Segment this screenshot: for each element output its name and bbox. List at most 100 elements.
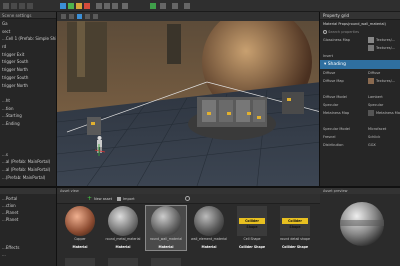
tree-item[interactable]: ...Cell 1 (Prefab: Simple Ship) xyxy=(1,35,56,43)
help-icon[interactable] xyxy=(184,3,190,9)
property-value[interactable]: Textures/... xyxy=(376,77,395,85)
collider-thumbnail: Collider Shape xyxy=(280,206,310,236)
tree-item[interactable]: ...Ending xyxy=(1,120,56,128)
property-search[interactable]: Search properties xyxy=(320,28,400,36)
import-button[interactable]: Import xyxy=(123,197,135,201)
scene-render[interactable] xyxy=(57,12,320,186)
tree-item[interactable]: trigger South xyxy=(1,74,56,82)
asset-tile-partial[interactable] xyxy=(151,258,181,266)
shading-icon[interactable] xyxy=(93,14,98,19)
select-tool-icon[interactable] xyxy=(60,3,66,9)
wireframe-icon[interactable] xyxy=(85,14,90,19)
background-structure xyxy=(67,22,107,92)
tree-item[interactable]: trigger South xyxy=(1,58,56,66)
add-icon[interactable]: + xyxy=(87,196,92,202)
texture-thumb[interactable] xyxy=(368,37,374,43)
scale-tool-icon[interactable] xyxy=(84,3,90,9)
tree-item[interactable] xyxy=(1,135,56,143)
property-label: Specular xyxy=(323,103,339,107)
search-input[interactable]: Search properties xyxy=(328,30,359,34)
camera-icon[interactable] xyxy=(112,3,118,9)
tree-item[interactable]: sect xyxy=(1,28,56,36)
folder-item[interactable]: ...ction xyxy=(1,202,56,209)
view-options-icon[interactable] xyxy=(185,196,190,201)
tree-item[interactable] xyxy=(1,128,56,136)
property-row[interactable]: Glossiness Map Textures/... xyxy=(320,36,400,44)
folder-item[interactable]: ...Planet xyxy=(1,216,56,223)
property-row[interactable]: Diffuse Map Textures/... xyxy=(320,77,400,85)
grid-icon[interactable] xyxy=(104,3,110,9)
material-path: Material Props(round_wall_material) xyxy=(323,22,386,26)
property-value[interactable]: Textures/... xyxy=(376,44,395,52)
gizmo-icon[interactable] xyxy=(77,14,82,19)
property-row[interactable]: Textures/... xyxy=(320,44,400,52)
property-value[interactable]: Schlick xyxy=(368,133,380,141)
property-row[interactable]: Metalness Map Metalness Ma... xyxy=(320,109,400,117)
section-title: Shading xyxy=(327,62,346,67)
property-row[interactable]: Specular Specular xyxy=(320,101,400,109)
property-row[interactable]: Specular Model Microfacet xyxy=(320,125,400,133)
move-tool-icon[interactable] xyxy=(68,3,74,9)
property-value[interactable]: Lambert xyxy=(368,93,383,101)
property-value[interactable]: Specular xyxy=(368,101,383,109)
texture-thumb[interactable] xyxy=(368,78,374,84)
scene-viewport[interactable] xyxy=(56,12,320,186)
folder-item[interactable] xyxy=(1,237,56,244)
property-value[interactable]: Microfacet xyxy=(368,125,386,133)
tree-item[interactable]: ...Starting xyxy=(1,112,56,120)
asset-tile-partial[interactable] xyxy=(65,258,95,266)
snap-icon[interactable] xyxy=(96,3,102,9)
tree-item[interactable]: Ga xyxy=(1,20,56,28)
folder-item[interactable]: ... xyxy=(1,251,56,258)
property-value[interactable]: Metalness Ma... xyxy=(376,109,400,117)
build-icon[interactable] xyxy=(160,3,166,9)
lighting-icon[interactable] xyxy=(122,3,128,9)
menu-icon[interactable] xyxy=(3,3,9,9)
save-icon[interactable] xyxy=(11,3,17,9)
asset-tile[interactable]: Collider Shape Cell Shape Collider Shape xyxy=(232,206,272,250)
play-icon[interactable] xyxy=(150,3,156,9)
asset-tile[interactable]: Copper Material xyxy=(60,206,100,250)
asset-tile[interactable]: Collider Shape round detail shape Collid… xyxy=(275,206,315,250)
tree-item[interactable]: ...(Prefab: MainPortal) xyxy=(1,174,56,182)
tree-item[interactable] xyxy=(1,143,56,151)
property-row[interactable]: Diffuse Model Lambert xyxy=(320,93,400,101)
property-value[interactable]: Textures/... xyxy=(376,36,395,44)
tree-item[interactable]: ...al (Prefab: MainPortal) xyxy=(1,166,56,174)
tree-item[interactable]: ...ht xyxy=(1,97,56,105)
settings-icon[interactable] xyxy=(172,3,178,9)
property-value[interactable]: Diffuse xyxy=(368,69,380,77)
property-row[interactable]: Distribution GGX xyxy=(320,141,400,149)
folder-item[interactable]: ...Effects xyxy=(1,244,56,251)
texture-thumb[interactable] xyxy=(368,110,374,116)
tree-item[interactable]: ...tion xyxy=(1,105,56,113)
tree-item[interactable]: ...al (Prefab: MainPortal) xyxy=(1,158,56,166)
tree-item[interactable] xyxy=(1,89,56,97)
property-row[interactable]: Fresnel Schlick xyxy=(320,133,400,141)
insert-button[interactable]: Insert xyxy=(320,52,400,60)
property-value[interactable]: GGX xyxy=(368,141,376,149)
rotate-tool-icon[interactable] xyxy=(76,3,82,9)
asset-tile-partial[interactable] xyxy=(108,258,138,266)
tree-item[interactable]: ...s xyxy=(1,151,56,159)
tree-item[interactable]: rd xyxy=(1,43,56,51)
redo-icon[interactable] xyxy=(27,3,33,9)
asset-tile[interactable]: round_metal_material Material xyxy=(103,206,143,250)
tree-item[interactable]: trigger North xyxy=(1,82,56,90)
tree-item[interactable]: trigger Exit xyxy=(1,51,56,59)
new-asset-button[interactable]: New asset xyxy=(94,197,112,201)
folder-item[interactable] xyxy=(1,223,56,230)
folder-item[interactable] xyxy=(1,230,56,237)
folder-item[interactable]: ...Planet xyxy=(1,209,56,216)
texture-thumb[interactable] xyxy=(368,45,374,51)
camera-speed-icon[interactable] xyxy=(69,14,74,19)
undo-icon[interactable] xyxy=(19,3,25,9)
property-row[interactable]: Diffuse Diffuse xyxy=(320,69,400,77)
asset-tile[interactable]: wall_element_material Material xyxy=(189,206,229,250)
asset-tile-selected[interactable]: round_wall_material Material xyxy=(145,205,187,251)
import-icon[interactable] xyxy=(117,197,121,201)
section-shading[interactable]: ▾ Shading xyxy=(320,60,400,69)
folder-item[interactable]: ...Portal xyxy=(1,195,56,202)
tree-item[interactable]: trigger North xyxy=(1,66,56,74)
view-mode-icon[interactable] xyxy=(61,14,66,19)
